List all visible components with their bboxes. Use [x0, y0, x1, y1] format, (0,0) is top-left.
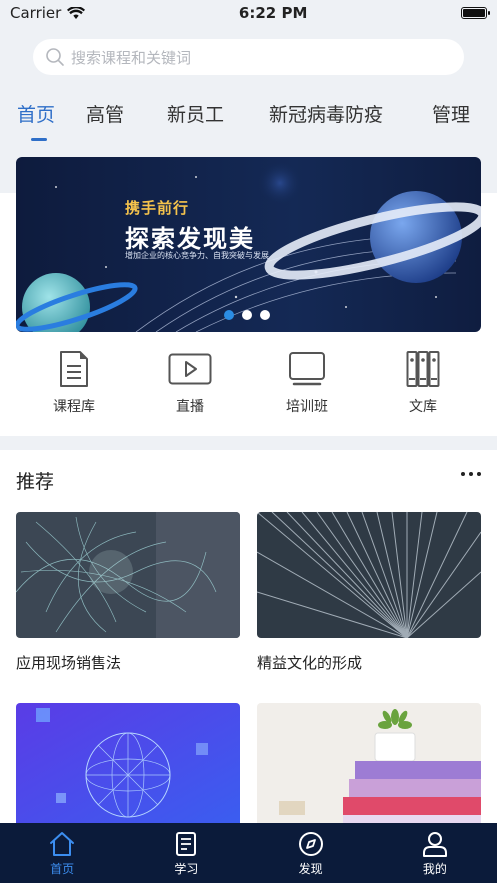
quick-link-label: 直播	[176, 399, 204, 415]
tab-executives[interactable]: 高管	[86, 100, 124, 127]
tabbar-label: 学习	[174, 862, 199, 876]
carousel-dot[interactable]	[242, 310, 252, 320]
tab-home[interactable]: 首页	[17, 100, 55, 127]
tab-covid-prevention[interactable]: 新冠病毒防疫	[269, 100, 383, 127]
monitor-icon	[289, 352, 325, 386]
carousel-dot[interactable]	[224, 310, 234, 320]
banner-description: 增加企业的核心竞争力、自我突破与发展	[125, 251, 269, 260]
quick-link-live[interactable]: 直播	[140, 350, 240, 416]
course-thumbnail	[257, 703, 481, 823]
search-icon	[46, 48, 64, 66]
quick-link-course-library[interactable]: 课程库	[24, 350, 124, 416]
category-tabs: 首页 高管 新员工 新冠病毒防疫 管理	[0, 100, 497, 140]
quick-links: 课程库 直播 培训班 文库	[0, 350, 497, 420]
status-bar: Carrier 6:22 PM	[0, 0, 497, 26]
tabbar-label: 我的	[422, 862, 447, 876]
carousel-dot[interactable]	[260, 310, 270, 320]
quick-link-label: 文库	[409, 399, 437, 415]
active-tab-indicator	[31, 138, 47, 141]
document-icon	[60, 351, 88, 387]
tabbar-profile[interactable]: 我的	[373, 823, 497, 883]
tab-management[interactable]: 管理	[432, 100, 470, 127]
compass-icon	[298, 832, 323, 856]
home-icon	[50, 832, 75, 856]
tabbar-study[interactable]: 学习	[124, 823, 248, 883]
section-title: 推荐	[16, 471, 55, 493]
notebook-icon	[176, 832, 197, 856]
tabbar-discover[interactable]: 发现	[249, 823, 373, 883]
more-icon[interactable]	[461, 472, 481, 476]
course-card[interactable]: 精益文化的形成	[257, 512, 481, 673]
recommend-section: 推荐 应用现场销售法 精益文化的形成	[0, 450, 497, 823]
tabbar-label: 首页	[50, 862, 75, 876]
carousel-pagination	[224, 310, 270, 320]
course-thumbnail	[257, 512, 481, 638]
course-thumbnail	[16, 512, 240, 638]
course-card[interactable]: 应用现场销售法	[16, 512, 240, 673]
carrier-label: Carrier	[10, 4, 62, 22]
banner-title: 探索发现美	[125, 225, 255, 253]
tab-new-employee[interactable]: 新员工	[167, 100, 224, 127]
course-title: 精益文化的形成	[257, 654, 363, 672]
course-thumbnail	[16, 703, 240, 823]
course-title: 应用现场销售法	[16, 654, 122, 672]
quick-link-label: 课程库	[53, 399, 95, 415]
play-icon	[168, 353, 212, 385]
clock: 6:22 PM	[238, 4, 308, 22]
tabbar-home[interactable]: 首页	[0, 823, 124, 883]
search-placeholder: 搜索课程和关键词	[71, 48, 192, 67]
tabbar-label: 发现	[298, 862, 323, 876]
quick-link-label: 培训班	[286, 399, 328, 415]
course-card[interactable]	[16, 703, 240, 823]
user-icon	[422, 832, 447, 857]
wifi-icon	[67, 6, 86, 19]
battery-icon	[460, 7, 490, 19]
banner-subtitle: 携手前行	[125, 199, 190, 217]
bottom-tab-bar: 首页 学习 发现 我的	[0, 823, 497, 883]
books-icon	[406, 351, 440, 387]
quick-link-library[interactable]: 文库	[373, 350, 473, 416]
quick-link-training[interactable]: 培训班	[257, 350, 357, 416]
course-card[interactable]	[257, 703, 481, 823]
banner-carousel[interactable]: 携手前行 探索发现美 增加企业的核心竞争力、自我突破与发展	[16, 157, 481, 332]
search-input[interactable]: 搜索课程和关键词	[33, 39, 464, 75]
